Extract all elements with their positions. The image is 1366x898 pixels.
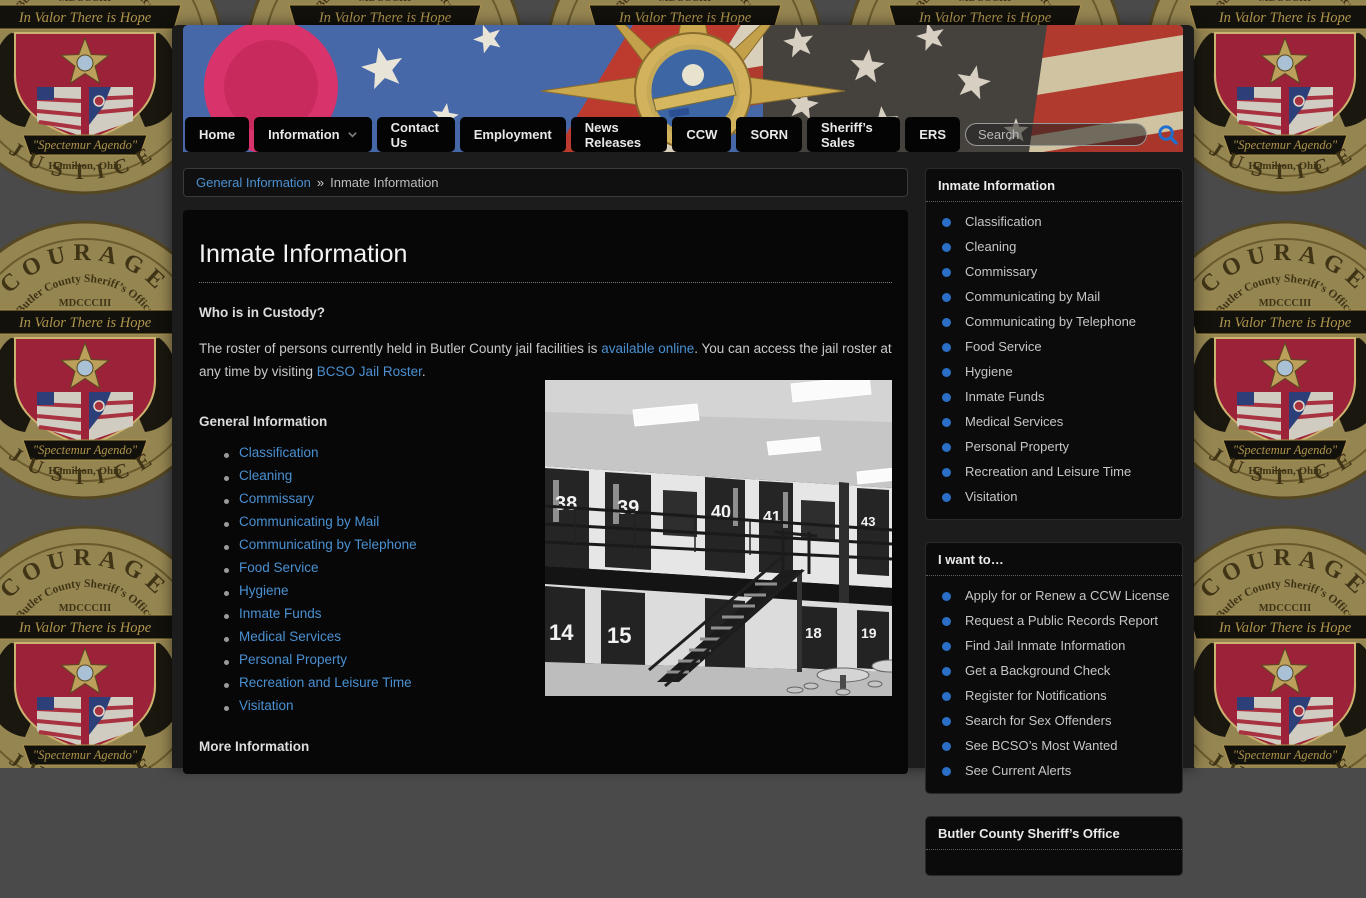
custody-heading: Who is in Custody?	[199, 305, 892, 320]
available-online-link[interactable]: available online	[601, 341, 694, 356]
page-title: Inmate Information	[199, 240, 892, 283]
link-food-service[interactable]: Food Service	[239, 560, 319, 575]
sidebar-box-title: Inmate Information	[926, 169, 1182, 202]
sidebar-item-get-background-check[interactable]: Get a Background Check	[940, 658, 1172, 683]
general-information-list: Classification Cleaning Commissary Commu…	[199, 429, 545, 717]
sidebar-item-medical-services[interactable]: Medical Services	[940, 409, 1172, 434]
sidebar-item-commissary[interactable]: Commissary	[940, 259, 1172, 284]
svg-text:39: 39	[617, 497, 639, 519]
breadcrumb: General Information » Inmate Information	[183, 168, 908, 197]
more-information-heading: More Information	[199, 739, 892, 754]
sidebar-box-inmate-information: Inmate Information Classification Cleani…	[925, 168, 1183, 520]
list-item: Communicating by Mail	[239, 510, 545, 533]
sidebar-item-register-for-notifications[interactable]: Register for Notifications	[940, 683, 1172, 708]
sidebar-item-food-service[interactable]: Food Service	[940, 334, 1172, 359]
list-item: Cleaning	[239, 464, 545, 487]
sidebar-item-request-public-records[interactable]: Request a Public Records Report	[940, 608, 1172, 633]
link-commissary[interactable]: Commissary	[239, 491, 314, 506]
nav-information[interactable]: Information	[254, 117, 372, 152]
sidebar-item-personal-property[interactable]: Personal Property	[940, 434, 1172, 459]
svg-text:38: 38	[555, 493, 577, 515]
main-nav: Home Information Contact Us Employment N…	[183, 117, 1183, 152]
sidebar-item-inmate-funds[interactable]: Inmate Funds	[940, 384, 1172, 409]
site-wrapper: Home Information Contact Us Employment N…	[172, 25, 1194, 768]
nav-news-releases[interactable]: News Releases	[571, 117, 668, 152]
list-item: Classification	[239, 441, 545, 464]
list-item: Commissary	[239, 487, 545, 510]
breadcrumb-separator: »	[317, 175, 324, 190]
nav-ers[interactable]: ERS	[905, 117, 960, 152]
search-icon[interactable]	[1156, 123, 1179, 146]
breadcrumb-link-general-information[interactable]: General Information	[196, 175, 311, 190]
sidebar-box-sheriffs-office: Butler County Sheriff’s Office	[925, 816, 1183, 876]
chevron-down-icon	[347, 129, 358, 140]
header-banner: Home Information Contact Us Employment N…	[183, 25, 1183, 152]
svg-text:19: 19	[861, 625, 877, 641]
sidebar-item-cleaning[interactable]: Cleaning	[940, 234, 1172, 259]
nav-sheriffs-sales[interactable]: Sheriff’s Sales	[807, 117, 900, 152]
search-input[interactable]	[965, 123, 1147, 146]
link-recreation-and-leisure-time[interactable]: Recreation and Leisure Time	[239, 675, 412, 690]
sidebar-item-hygiene[interactable]: Hygiene	[940, 359, 1172, 384]
sidebar-item-find-jail-inmate-information[interactable]: Find Jail Inmate Information	[940, 633, 1172, 658]
bcso-jail-roster-link[interactable]: BCSO Jail Roster	[317, 364, 422, 379]
list-item: Recreation and Leisure Time	[239, 671, 545, 694]
nav-sorn[interactable]: SORN	[736, 117, 802, 152]
link-communicating-by-telephone[interactable]: Communicating by Telephone	[239, 537, 417, 552]
sidebar-item-communicating-by-mail[interactable]: Communicating by Mail	[940, 284, 1172, 309]
list-item: Medical Services	[239, 625, 545, 648]
sidebar-item-search-for-sex-offenders[interactable]: Search for Sex Offenders	[940, 708, 1172, 733]
sidebar-item-apply-ccw-license[interactable]: Apply for or Renew a CCW License	[940, 583, 1172, 608]
sidebar-item-see-bcso-most-wanted[interactable]: See BCSO’s Most Wanted	[940, 733, 1172, 758]
svg-text:18: 18	[805, 625, 822, 642]
list-item: Communicating by Telephone	[239, 533, 545, 556]
link-classification[interactable]: Classification	[239, 445, 319, 460]
list-item: Food Service	[239, 556, 545, 579]
svg-text:14: 14	[549, 620, 574, 645]
jail-cellblock-photo: 38 39 40 41 43	[545, 380, 892, 696]
link-personal-property[interactable]: Personal Property	[239, 652, 347, 667]
list-item: Visitation	[239, 694, 545, 717]
link-medical-services[interactable]: Medical Services	[239, 629, 341, 644]
sidebar-box-title: Butler County Sheriff’s Office	[926, 817, 1182, 850]
sidebar-box-i-want-to: I want to… Apply for or Renew a CCW Lice…	[925, 542, 1183, 794]
breadcrumb-current: Inmate Information	[330, 175, 438, 190]
link-cleaning[interactable]: Cleaning	[239, 468, 292, 483]
sidebar-item-classification[interactable]: Classification	[940, 209, 1172, 234]
search-area	[965, 117, 1183, 152]
list-item: Personal Property	[239, 648, 545, 671]
custody-paragraph: The roster of persons currently held in …	[199, 338, 892, 384]
link-hygiene[interactable]: Hygiene	[239, 583, 289, 598]
nav-ccw[interactable]: CCW	[672, 117, 731, 152]
main-content: Inmate Information Who is in Custody? Th…	[183, 210, 908, 774]
nav-home[interactable]: Home	[185, 117, 249, 152]
list-item: Hygiene	[239, 579, 545, 602]
link-visitation[interactable]: Visitation	[239, 698, 294, 713]
sidebar-item-recreation-and-leisure-time[interactable]: Recreation and Leisure Time	[940, 459, 1172, 484]
svg-text:15: 15	[607, 623, 631, 648]
sidebar-box-title: I want to…	[926, 543, 1182, 576]
general-information-heading: General Information	[199, 414, 545, 429]
nav-contact-us[interactable]: Contact Us	[377, 117, 455, 152]
link-inmate-funds[interactable]: Inmate Funds	[239, 606, 322, 621]
sidebar-item-visitation[interactable]: Visitation	[940, 484, 1172, 509]
sidebar: Inmate Information Classification Cleani…	[925, 168, 1183, 898]
sidebar-item-see-current-alerts[interactable]: See Current Alerts	[940, 758, 1172, 783]
sidebar-item-communicating-by-telephone[interactable]: Communicating by Telephone	[940, 309, 1172, 334]
list-item: Inmate Funds	[239, 602, 545, 625]
nav-employment[interactable]: Employment	[460, 117, 566, 152]
link-communicating-by-mail[interactable]: Communicating by Mail	[239, 514, 379, 529]
